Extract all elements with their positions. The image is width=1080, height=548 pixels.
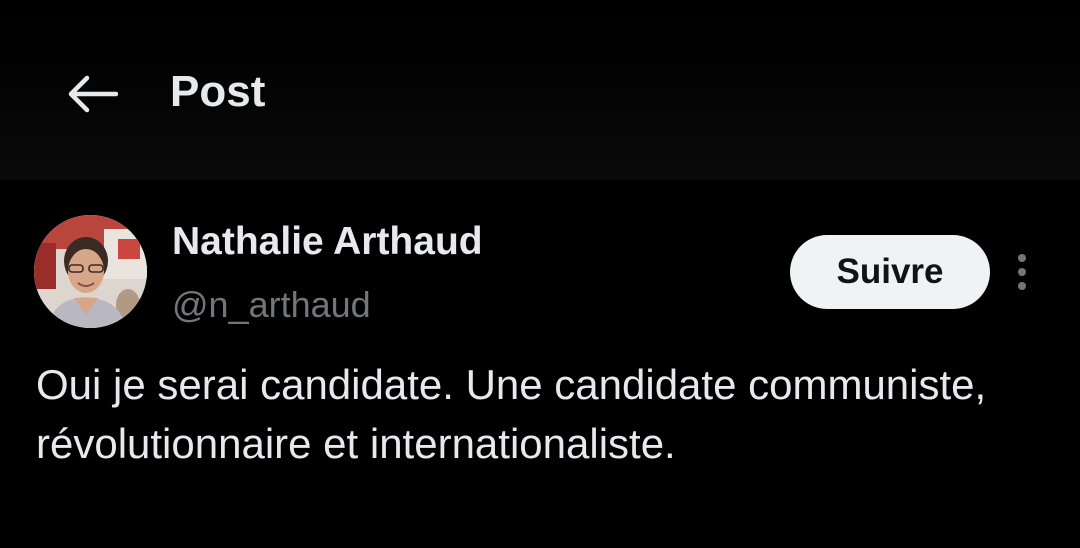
- back-button[interactable]: [60, 64, 124, 124]
- profile-photo: [34, 215, 147, 328]
- follow-button[interactable]: Suivre: [790, 235, 990, 309]
- header-bar: Post: [0, 0, 1080, 180]
- post-screen: Post Nathalie Arthaud @n_arthaud Suivre …: [0, 0, 1080, 548]
- vertical-ellipsis-icon: [1018, 282, 1026, 290]
- page-title: Post: [170, 67, 266, 116]
- vertical-ellipsis-icon: [1018, 268, 1026, 276]
- arrow-left-icon: [68, 75, 118, 113]
- author-name[interactable]: Nathalie Arthaud: [172, 216, 483, 268]
- avatar[interactable]: [34, 215, 147, 328]
- author-handle[interactable]: @n_arthaud: [172, 280, 371, 330]
- more-options-button[interactable]: [1004, 248, 1040, 296]
- vertical-ellipsis-icon: [1018, 254, 1026, 262]
- post-text: Oui je serai candidate. Une candidate co…: [36, 361, 987, 467]
